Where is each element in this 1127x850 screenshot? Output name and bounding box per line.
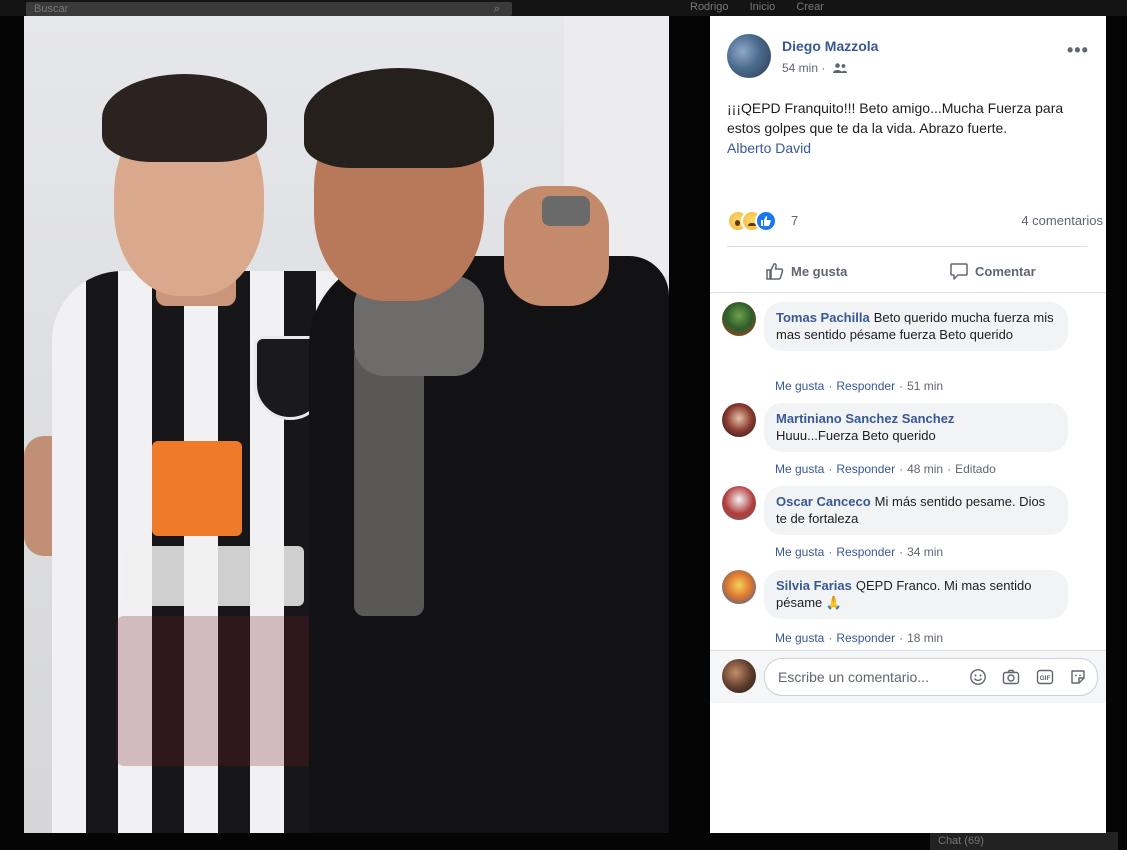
background-top-bar: Buscar ⌕ Rodrigo Inicio Crear — [0, 0, 1127, 16]
like-button[interactable]: Me gusta — [765, 254, 847, 290]
comment-time[interactable]: 34 min — [907, 545, 943, 559]
photo-watch — [542, 196, 590, 226]
commenter-avatar[interactable] — [722, 486, 756, 520]
comment-icon — [950, 263, 968, 280]
comment-actions: Me gusta · Responder · 48 min · Editado — [775, 462, 996, 476]
commenter-name[interactable]: Oscar Canceco — [776, 494, 871, 509]
comment-time[interactable]: 51 min — [907, 379, 943, 393]
comment-input[interactable]: Escribe un comentario... GIF — [764, 658, 1098, 696]
photo-grey-sweater — [354, 346, 424, 616]
commenter-avatar[interactable] — [722, 403, 756, 437]
sticker-icon[interactable] — [1069, 668, 1087, 686]
like-icon[interactable] — [755, 210, 777, 232]
background-nav-item: Inicio — [749, 1, 776, 13]
comment-like-link[interactable]: Me gusta — [775, 379, 824, 393]
comment-like-link[interactable]: Me gusta — [775, 462, 824, 476]
comment-bubble: Martiniano Sanchez Sanchez Huuu...Fuerza … — [764, 403, 1068, 452]
comment-reply-link[interactable]: Responder — [836, 379, 895, 393]
post-header: Diego Mazzola 54 min · ••• — [727, 34, 1097, 84]
like-label: Me gusta — [791, 264, 848, 279]
tagged-person-link[interactable]: Alberto David — [727, 138, 1087, 158]
comment-like-link[interactable]: Me gusta — [775, 545, 824, 559]
comment-reply-link[interactable]: Responder — [836, 631, 895, 645]
background-nav-item: Crear — [796, 1, 824, 13]
comment-reply-link[interactable]: Responder — [836, 545, 895, 559]
post-time[interactable]: 54 min — [782, 61, 818, 75]
comment-bubble: Tomas Pachilla Beto querido mucha fuerza … — [764, 302, 1068, 351]
comment-button[interactable]: Comentar — [949, 254, 1127, 290]
comment-edited[interactable]: Editado — [955, 462, 996, 476]
background-search-placeholder: Buscar — [34, 3, 69, 15]
comment-actions: Me gusta · Responder · 51 min — [775, 379, 944, 393]
group-icon[interactable] — [832, 63, 847, 73]
meta-separator: · — [821, 61, 826, 75]
reaction-count[interactable]: 7 — [791, 213, 798, 228]
commenter-name[interactable]: Martiniano Sanchez Sanchez — [776, 411, 954, 426]
actions-divider — [727, 246, 1087, 247]
background-nav-item: Rodrigo — [690, 1, 729, 13]
comment-text: Huuu...Fuerza Beto querido — [776, 428, 936, 443]
comments-count[interactable]: 4 comentarios — [1021, 213, 1103, 228]
photo-right-hair — [304, 68, 494, 168]
comment-composer: Escribe un comentario... GIF — [710, 650, 1106, 703]
gif-icon[interactable]: GIF — [1036, 668, 1054, 686]
reactions-bar: 7 4 comentarios — [727, 210, 1103, 232]
commenter-name[interactable]: Silvia Farias — [776, 578, 852, 593]
post-text: ¡¡¡QEPD Franquito!!! Beto amigo...Mucha … — [727, 98, 1087, 158]
post-photo[interactable] — [24, 16, 669, 833]
emoji-icon[interactable] — [969, 668, 987, 686]
post-message: ¡¡¡QEPD Franquito!!! Beto amigo...Mucha … — [727, 100, 1064, 136]
comment-like-link[interactable]: Me gusta — [775, 631, 824, 645]
photo-sponsor-logo — [152, 441, 242, 536]
comment-reply-link[interactable]: Responder — [836, 462, 895, 476]
comment-bubble: Silvia Farias QEPD Franco. Mi mas sentido… — [764, 570, 1068, 619]
camera-icon[interactable] — [1002, 668, 1020, 686]
background-chat-bar: Chat (69) — [930, 832, 1118, 850]
post-panel: Diego Mazzola 54 min · ••• ¡¡¡QEPD Franq… — [710, 16, 1106, 833]
commenter-avatar[interactable] — [722, 570, 756, 604]
comment-bubble: Oscar Canceco Mi más sentido pesame. Dios… — [764, 486, 1068, 535]
comment-time[interactable]: 18 min — [907, 631, 943, 645]
thumbs-up-icon — [766, 263, 784, 280]
more-options-icon[interactable]: ••• — [1067, 40, 1089, 61]
commenter-name[interactable]: Tomas Pachilla — [776, 310, 870, 325]
comment-actions: Me gusta · Responder · 18 min — [775, 631, 944, 645]
comment-time[interactable]: 48 min — [907, 462, 943, 476]
photo-left-hair — [102, 74, 267, 162]
post-meta: 54 min · — [782, 61, 847, 75]
post-actions: Me gusta Comentar — [727, 254, 1087, 290]
comments-list: Tomas Pachilla Beto querido mucha fuerza … — [710, 292, 1106, 703]
author-avatar[interactable] — [727, 34, 771, 78]
background-search-icon: ⌕ — [493, 3, 500, 15]
commenter-avatar[interactable] — [722, 302, 756, 336]
author-name[interactable]: Diego Mazzola — [782, 38, 878, 54]
background-nav: Rodrigo Inicio Crear — [690, 1, 842, 13]
svg-text:GIF: GIF — [1039, 675, 1050, 682]
background-search-bar: Buscar ⌕ — [26, 2, 512, 16]
comment-actions: Me gusta · Responder · 34 min — [775, 545, 944, 559]
current-user-avatar[interactable] — [722, 659, 756, 693]
comment-label: Comentar — [975, 264, 1036, 279]
composer-icons: GIF — [958, 668, 1087, 686]
photo-sponsor-banner — [124, 546, 304, 606]
comment-input-placeholder: Escribe un comentario... — [778, 669, 929, 685]
